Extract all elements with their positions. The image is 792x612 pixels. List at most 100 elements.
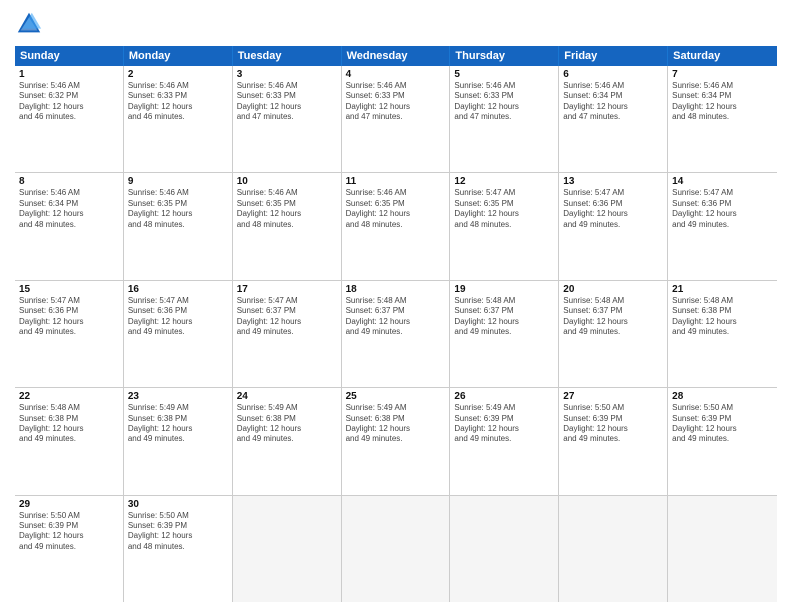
day-info-line: Sunrise: 5:47 AM xyxy=(237,296,337,306)
day-number: 8 xyxy=(19,176,119,187)
day-info-line: Sunrise: 5:48 AM xyxy=(19,403,119,413)
day-number: 7 xyxy=(672,69,773,80)
day-info-line: Sunrise: 5:46 AM xyxy=(346,188,446,198)
day-number: 24 xyxy=(237,391,337,402)
day-info-line: Sunset: 6:34 PM xyxy=(563,91,663,101)
day-info-line: Sunset: 6:36 PM xyxy=(672,199,773,209)
day-number: 27 xyxy=(563,391,663,402)
day-info-line: Sunset: 6:37 PM xyxy=(237,306,337,316)
day-info-line: and 48 minutes. xyxy=(454,220,554,230)
day-info-line: Sunrise: 5:47 AM xyxy=(19,296,119,306)
day-info-line: Sunrise: 5:47 AM xyxy=(672,188,773,198)
day-number: 20 xyxy=(563,284,663,295)
day-info-line: and 49 minutes. xyxy=(19,434,119,444)
day-info-line: Daylight: 12 hours xyxy=(672,424,773,434)
day-number: 4 xyxy=(346,69,446,80)
day-number: 3 xyxy=(237,69,337,80)
calendar-day-27: 27Sunrise: 5:50 AMSunset: 6:39 PMDayligh… xyxy=(559,388,668,494)
day-info-line: Sunrise: 5:46 AM xyxy=(454,81,554,91)
day-info-line: Sunset: 6:39 PM xyxy=(563,414,663,424)
day-info-line: Daylight: 12 hours xyxy=(346,424,446,434)
day-info-line: Sunset: 6:39 PM xyxy=(454,414,554,424)
day-info-line: Sunrise: 5:49 AM xyxy=(128,403,228,413)
calendar-day-21: 21Sunrise: 5:48 AMSunset: 6:38 PMDayligh… xyxy=(668,281,777,387)
day-info-line: Sunrise: 5:46 AM xyxy=(19,188,119,198)
calendar-day-6: 6Sunrise: 5:46 AMSunset: 6:34 PMDaylight… xyxy=(559,66,668,172)
day-info-line: Sunset: 6:39 PM xyxy=(19,521,119,531)
day-info-line: and 49 minutes. xyxy=(128,327,228,337)
calendar-body: 1Sunrise: 5:46 AMSunset: 6:32 PMDaylight… xyxy=(15,66,777,602)
day-info-line: and 49 minutes. xyxy=(563,220,663,230)
calendar-day-25: 25Sunrise: 5:49 AMSunset: 6:38 PMDayligh… xyxy=(342,388,451,494)
calendar-day-23: 23Sunrise: 5:49 AMSunset: 6:38 PMDayligh… xyxy=(124,388,233,494)
calendar-day-7: 7Sunrise: 5:46 AMSunset: 6:34 PMDaylight… xyxy=(668,66,777,172)
calendar-day-11: 11Sunrise: 5:46 AMSunset: 6:35 PMDayligh… xyxy=(342,173,451,279)
day-info-line: Daylight: 12 hours xyxy=(237,209,337,219)
header-day-sunday: Sunday xyxy=(15,46,124,66)
day-info-line: Daylight: 12 hours xyxy=(563,317,663,327)
day-number: 12 xyxy=(454,176,554,187)
calendar-week-2: 15Sunrise: 5:47 AMSunset: 6:36 PMDayligh… xyxy=(15,281,777,388)
day-info-line: and 48 minutes. xyxy=(672,112,773,122)
day-info-line: and 49 minutes. xyxy=(346,327,446,337)
day-info-line: Sunset: 6:35 PM xyxy=(346,199,446,209)
day-info-line: and 49 minutes. xyxy=(563,327,663,337)
calendar-day-15: 15Sunrise: 5:47 AMSunset: 6:36 PMDayligh… xyxy=(15,281,124,387)
calendar-day-3: 3Sunrise: 5:46 AMSunset: 6:33 PMDaylight… xyxy=(233,66,342,172)
header-day-tuesday: Tuesday xyxy=(233,46,342,66)
day-info-line: and 49 minutes. xyxy=(346,434,446,444)
day-info-line: Daylight: 12 hours xyxy=(563,102,663,112)
day-info-line: Sunset: 6:34 PM xyxy=(672,91,773,101)
calendar-week-0: 1Sunrise: 5:46 AMSunset: 6:32 PMDaylight… xyxy=(15,66,777,173)
day-info-line: Daylight: 12 hours xyxy=(672,317,773,327)
day-info-line: Sunrise: 5:48 AM xyxy=(672,296,773,306)
day-info-line: Sunrise: 5:46 AM xyxy=(672,81,773,91)
day-info-line: and 48 minutes. xyxy=(128,542,228,552)
day-info-line: Sunset: 6:38 PM xyxy=(346,414,446,424)
day-info-line: Daylight: 12 hours xyxy=(128,424,228,434)
day-info-line: and 49 minutes. xyxy=(672,220,773,230)
header-day-saturday: Saturday xyxy=(668,46,777,66)
day-info-line: Daylight: 12 hours xyxy=(237,102,337,112)
day-number: 14 xyxy=(672,176,773,187)
day-number: 10 xyxy=(237,176,337,187)
day-number: 30 xyxy=(128,499,228,510)
day-info-line: Sunrise: 5:49 AM xyxy=(237,403,337,413)
calendar-empty xyxy=(233,496,342,602)
day-info-line: Daylight: 12 hours xyxy=(346,102,446,112)
day-info-line: and 46 minutes. xyxy=(19,112,119,122)
day-info-line: Sunset: 6:37 PM xyxy=(563,306,663,316)
day-info-line: and 47 minutes. xyxy=(454,112,554,122)
day-number: 21 xyxy=(672,284,773,295)
day-info-line: Sunset: 6:36 PM xyxy=(128,306,228,316)
calendar-empty xyxy=(559,496,668,602)
calendar: SundayMondayTuesdayWednesdayThursdayFrid… xyxy=(15,46,777,602)
calendar-day-14: 14Sunrise: 5:47 AMSunset: 6:36 PMDayligh… xyxy=(668,173,777,279)
day-info-line: Sunrise: 5:46 AM xyxy=(237,188,337,198)
day-info-line: and 49 minutes. xyxy=(128,434,228,444)
day-info-line: and 49 minutes. xyxy=(19,327,119,337)
day-number: 11 xyxy=(346,176,446,187)
calendar-day-4: 4Sunrise: 5:46 AMSunset: 6:33 PMDaylight… xyxy=(342,66,451,172)
day-info-line: Daylight: 12 hours xyxy=(128,531,228,541)
day-info-line: Daylight: 12 hours xyxy=(454,102,554,112)
calendar-day-29: 29Sunrise: 5:50 AMSunset: 6:39 PMDayligh… xyxy=(15,496,124,602)
day-info-line: Sunset: 6:33 PM xyxy=(346,91,446,101)
day-info-line: Sunset: 6:38 PM xyxy=(237,414,337,424)
day-info-line: Sunset: 6:39 PM xyxy=(672,414,773,424)
day-number: 1 xyxy=(19,69,119,80)
day-info-line: Sunrise: 5:47 AM xyxy=(563,188,663,198)
day-number: 22 xyxy=(19,391,119,402)
day-info-line: Sunrise: 5:46 AM xyxy=(128,81,228,91)
calendar-day-28: 28Sunrise: 5:50 AMSunset: 6:39 PMDayligh… xyxy=(668,388,777,494)
day-info-line: and 46 minutes. xyxy=(128,112,228,122)
day-info-line: and 49 minutes. xyxy=(454,434,554,444)
calendar-day-20: 20Sunrise: 5:48 AMSunset: 6:37 PMDayligh… xyxy=(559,281,668,387)
header-day-thursday: Thursday xyxy=(450,46,559,66)
day-info-line: Daylight: 12 hours xyxy=(237,317,337,327)
day-info-line: Sunset: 6:36 PM xyxy=(563,199,663,209)
calendar-day-30: 30Sunrise: 5:50 AMSunset: 6:39 PMDayligh… xyxy=(124,496,233,602)
day-info-line: and 47 minutes. xyxy=(563,112,663,122)
day-info-line: Sunrise: 5:46 AM xyxy=(346,81,446,91)
day-info-line: Daylight: 12 hours xyxy=(128,102,228,112)
